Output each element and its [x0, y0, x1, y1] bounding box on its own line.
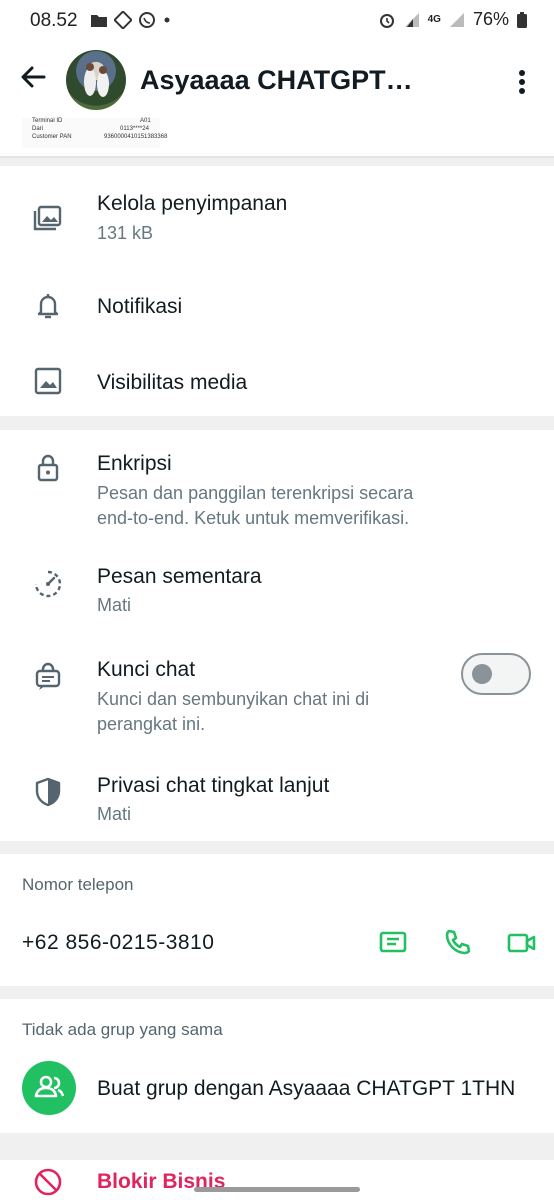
privacy-section: Enkripsi Pesan dan panggilan terenkripsi…	[0, 430, 554, 841]
chat-lock-row[interactable]: Kunci chat Kunci dan sembunyikan chat in…	[0, 632, 554, 748]
alarm-icon	[379, 13, 394, 28]
manage-storage-row[interactable]: Kelola penyimpanan 131 kB	[0, 166, 554, 266]
receipt-line-3: Customer PAN 9360000410151383368	[32, 133, 167, 141]
network-type: 4G	[427, 14, 441, 25]
back-arrow-icon[interactable]	[18, 62, 48, 92]
avatar[interactable]	[66, 50, 126, 110]
disappearing-messages-row[interactable]: Pesan sementara Mati	[0, 540, 554, 632]
phone-section: Nomor telepon +62 856-0215-3810	[0, 854, 554, 986]
bell-icon	[37, 294, 59, 319]
phone-number[interactable]: +62 856-0215-3810	[22, 931, 214, 955]
message-icon[interactable]	[378, 928, 408, 958]
battery-icon	[517, 11, 527, 28]
encryption-line-1: Pesan dan panggilan terenkripsi secara	[97, 483, 414, 503]
chat-lock-line-2: perangkat ini.	[97, 714, 206, 734]
receipt-image: Terminal ID A01 Dari 0113****24 Customer P…	[22, 117, 167, 148]
chat-lock-description: Kunci dan sembunyikan chat ini di perang…	[97, 687, 369, 737]
chat-info-header: Asyaaaa CHATGPT…	[0, 40, 554, 120]
block-icon	[34, 1168, 62, 1196]
contact-name[interactable]: Asyaaaa CHATGPT…	[140, 65, 413, 96]
voice-call-icon[interactable]	[443, 927, 473, 957]
receipt-value: 9360000410151383368	[104, 134, 168, 140]
receipt-value: A01	[140, 118, 151, 124]
receipt-label: Terminal ID	[32, 118, 63, 124]
media-settings-section: Kelola penyimpanan 131 kB Notifikasi Vis…	[0, 166, 554, 416]
advanced-privacy-title: Privasi chat tingkat lanjut	[97, 774, 330, 797]
encryption-line-2: end-to-end. Ketuk untuk memverifikasi.	[97, 508, 410, 528]
timer-icon	[34, 570, 62, 598]
storage-title: Kelola penyimpanan	[97, 192, 288, 215]
create-group-label: Buat grup dengan Asyaaaa CHATGPT 1THN	[97, 1077, 516, 1100]
receipt-label: Dari	[32, 126, 44, 132]
encryption-title: Enkripsi	[97, 452, 172, 475]
notifications-title: Notifikasi	[97, 295, 183, 318]
shield-icon	[35, 777, 61, 807]
create-group-row[interactable]: Buat grup dengan Asyaaaa CHATGPT 1THN	[0, 1049, 554, 1129]
chat-lock-title: Kunci chat	[97, 658, 196, 681]
whatsapp-icon	[139, 12, 155, 28]
group-icon	[34, 1075, 65, 1098]
disappearing-value: Mati	[97, 595, 132, 615]
advanced-privacy-row[interactable]: Privasi chat tingkat lanjut Mati	[0, 748, 554, 841]
receipt-line-1: Terminal ID A01	[32, 117, 151, 125]
phone-section-label: Nomor telepon	[22, 875, 134, 894]
status-right: 4G 76%	[378, 9, 528, 30]
media-preview-strip[interactable]: Terminal ID A01 Dari 0113****24 Customer P…	[0, 118, 554, 158]
dot-icon	[164, 17, 170, 23]
receipt-line-2: Dari 0113****24	[32, 125, 149, 133]
common-groups-section: Tidak ada grup yang sama Buat grup denga…	[0, 999, 554, 1133]
signal-icon	[404, 12, 419, 27]
block-business-row[interactable]: Blokir Bisnis	[0, 1160, 554, 1200]
notifications-row[interactable]: Notifikasi	[0, 266, 554, 342]
notification-icons	[90, 11, 172, 29]
more-options-icon[interactable]	[512, 68, 532, 96]
disappearing-title: Pesan sementara	[97, 565, 262, 588]
chat-lock-toggle[interactable]	[461, 653, 531, 695]
storage-size: 131 kB	[97, 223, 154, 243]
folder-icon	[91, 14, 107, 27]
toggle-knob	[472, 664, 492, 684]
common-groups-label: Tidak ada grup yang sama	[22, 1020, 223, 1039]
media-visibility-title: Visibilitas media	[97, 371, 248, 394]
battery-percent: 76%	[472, 9, 509, 29]
chat-lock-icon	[35, 662, 61, 690]
receipt-value: 0113****24	[120, 126, 149, 132]
status-time: 08.52	[30, 10, 78, 31]
app-icon	[114, 11, 132, 29]
receipt-label: Customer PAN	[32, 134, 72, 140]
media-visibility-row[interactable]: Visibilitas media	[0, 342, 554, 416]
lock-icon	[37, 454, 59, 482]
signal-2-icon	[449, 12, 464, 27]
encryption-row[interactable]: Enkripsi Pesan dan panggilan terenkripsi…	[0, 430, 554, 540]
home-indicator[interactable]	[194, 1187, 360, 1192]
advanced-privacy-value: Mati	[97, 804, 132, 824]
encryption-description: Pesan dan panggilan terenkripsi secara e…	[97, 481, 413, 531]
storage-icon	[33, 205, 62, 231]
video-call-icon[interactable]	[507, 928, 537, 958]
chat-lock-line-1: Kunci dan sembunyikan chat ini di	[97, 689, 370, 709]
create-group-button	[22, 1061, 76, 1115]
status-bar: 08.52 4G 76%	[0, 0, 554, 40]
image-icon	[34, 367, 62, 395]
